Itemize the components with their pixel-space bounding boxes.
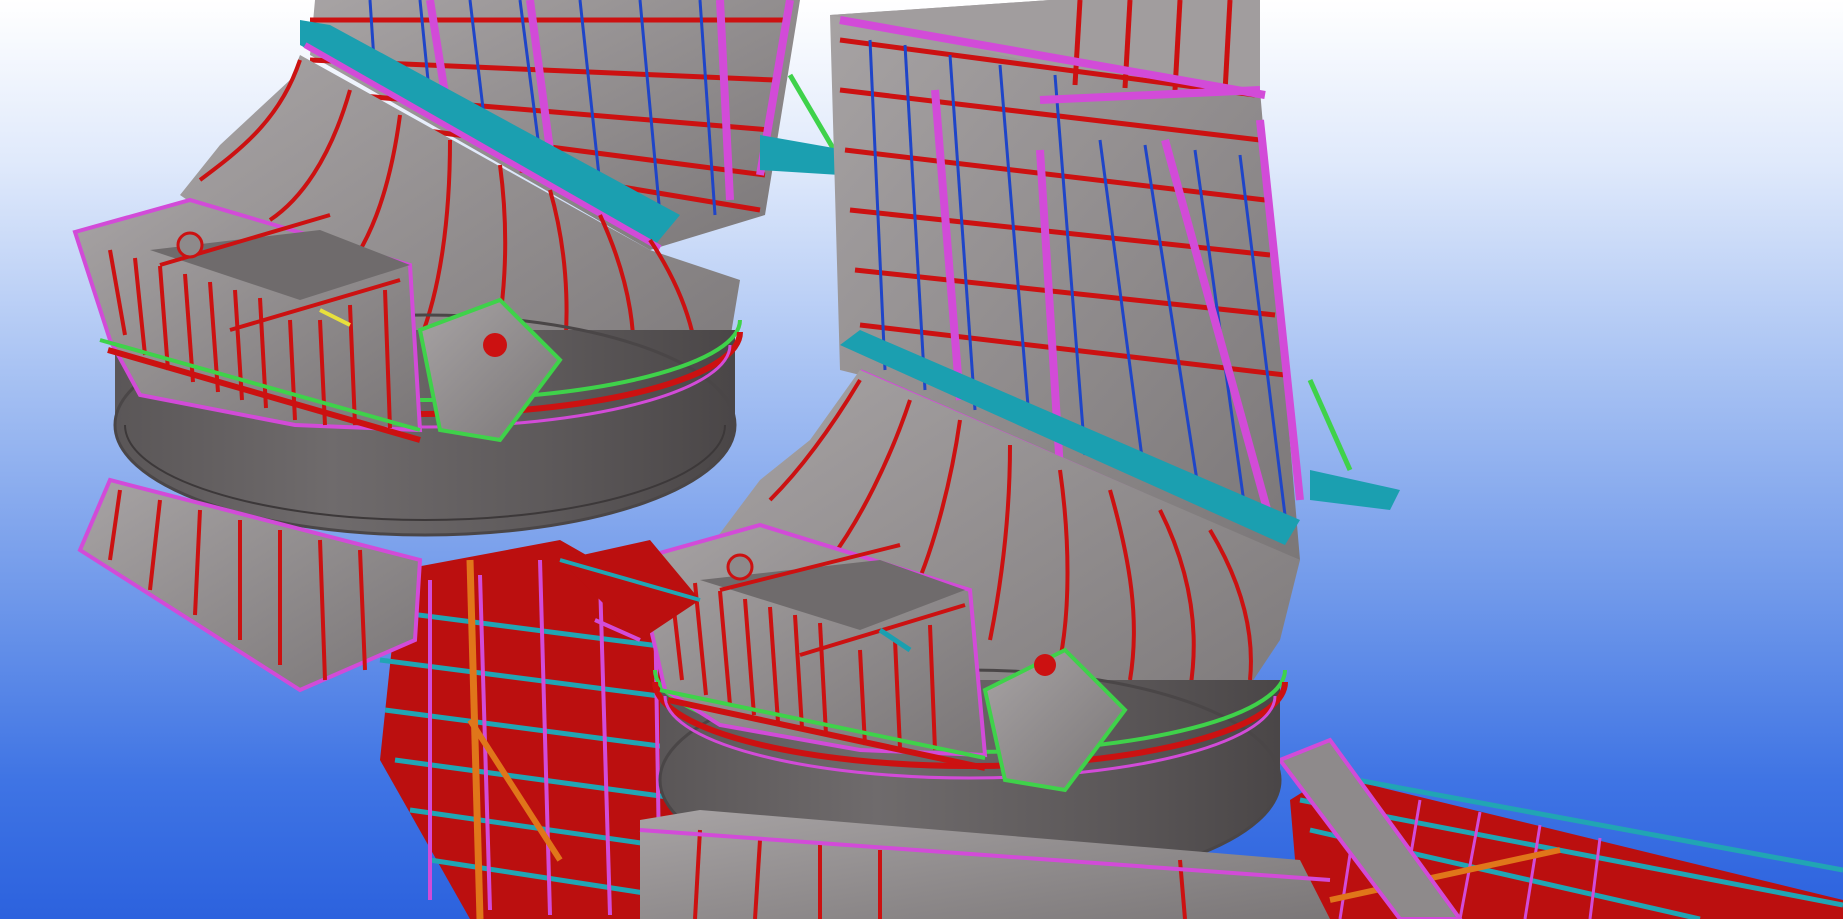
floor-platform — [1276, 737, 1843, 919]
steel-structure-model[interactable] — [0, 0, 1843, 919]
3d-model-viewport[interactable] — [0, 0, 1843, 919]
